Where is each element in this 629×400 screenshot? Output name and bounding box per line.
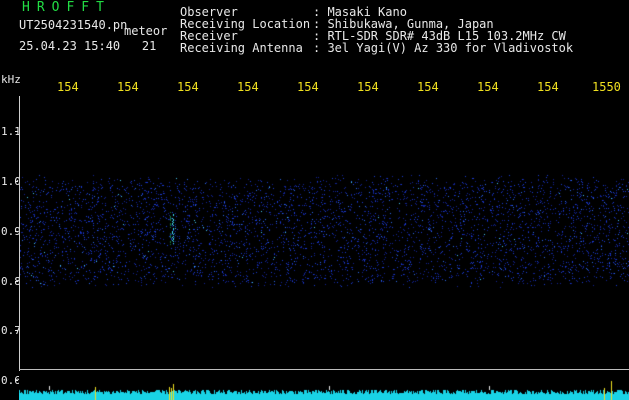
- x-tick: 154: [297, 80, 319, 94]
- x-tick: 154: [537, 80, 559, 94]
- count: 21: [141, 39, 157, 53]
- x-tick: 1550: [592, 80, 621, 94]
- divider-line: [19, 369, 629, 370]
- x-tick: 154: [237, 80, 259, 94]
- datetime: 25.04.23 15:40: [19, 39, 121, 53]
- spectrogram: [19, 96, 629, 366]
- mode-label: meteor: [124, 24, 168, 38]
- y-tick-mark: [15, 181, 18, 182]
- y-tick-mark: [15, 330, 18, 331]
- signal-level-trace: [19, 371, 629, 400]
- x-tick: 154: [357, 80, 379, 94]
- x-tick: 154: [417, 80, 439, 94]
- x-tick: 154: [117, 80, 139, 94]
- y-tick-mark: [15, 231, 18, 232]
- antenna-value: : 3el Yagi(V) Az 330 for Vladivostok: [313, 41, 574, 55]
- filename: UT2504231540.pn: [19, 18, 128, 32]
- app-title: HROFFT: [22, 0, 111, 15]
- y-axis-unit: kHz: [1, 73, 21, 86]
- antenna-label: Receiving Antenna: [180, 41, 303, 55]
- datetime-count: 25.04.23 15:40 21: [19, 40, 156, 52]
- y-tick-mark: [15, 281, 18, 282]
- x-tick: 154: [57, 80, 79, 94]
- x-tick: 154: [477, 80, 499, 94]
- axis-line: [19, 96, 20, 400]
- y-tick-mark: [15, 380, 18, 381]
- y-tick-mark: [15, 131, 18, 132]
- x-tick: 154: [177, 80, 199, 94]
- antenna-row: Receiving Antenna : 3el Yagi(V) Az 330 fo…: [180, 42, 573, 54]
